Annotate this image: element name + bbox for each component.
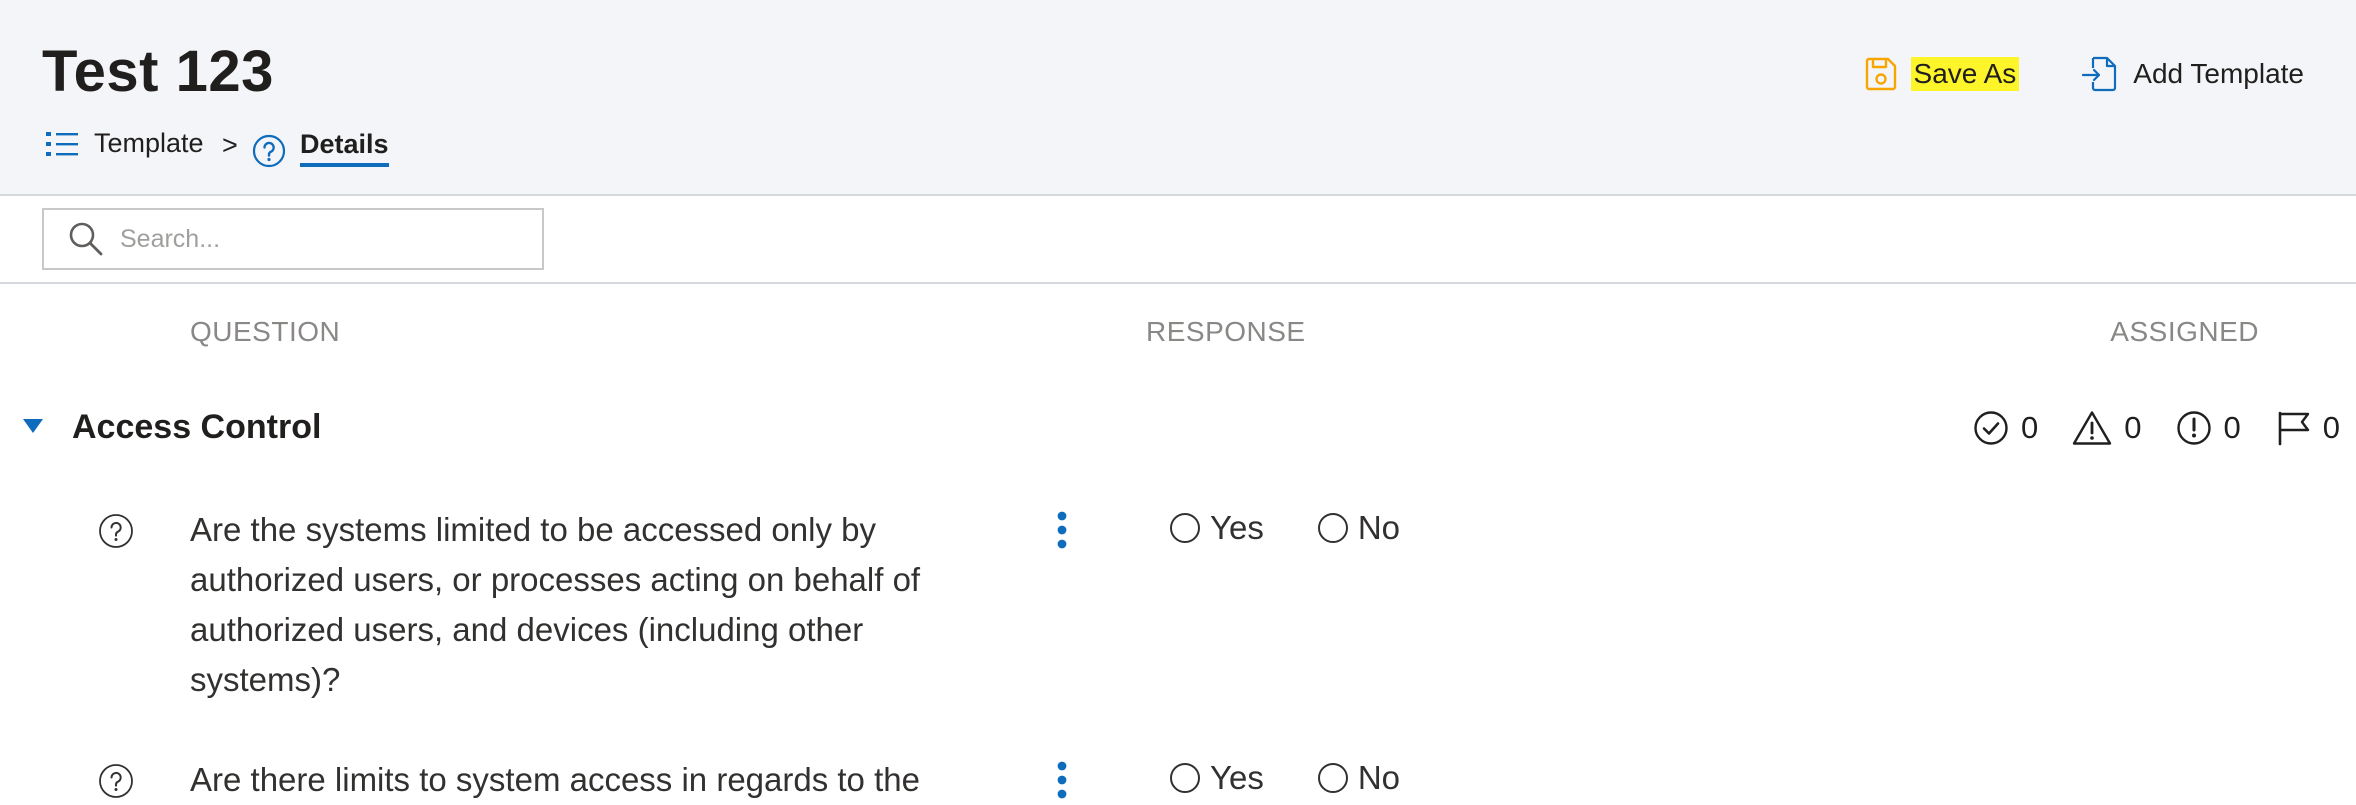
more-vertical-icon[interactable] [1056,761,1068,804]
radio-no[interactable]: No [1317,509,1401,547]
question-text: Are there limits to system access in reg… [190,761,920,798]
radio-circle[interactable] [1317,513,1348,543]
question-text: Are the systems limited to be accessed o… [190,511,921,698]
radio-circle[interactable] [1170,763,1200,793]
column-header-response: RESPONSE [1146,316,1306,347]
counter-issues-value: 0 [2223,410,2241,445]
column-header-question: QUESTION [190,316,341,347]
save-icon [1863,56,1899,92]
radio-yes[interactable]: Yes [1170,509,1264,547]
search-box[interactable] [42,208,544,270]
more-vertical-icon[interactable] [1056,511,1068,554]
response-options: Yes No [1170,509,1454,547]
radio-no[interactable]: No [1317,759,1401,797]
search-input[interactable] [118,223,512,255]
breadcrumb-details-label: Details [300,129,389,167]
exclamation-circle-icon [2176,410,2212,446]
counter-completed: 0 [1973,410,2038,446]
warning-triangle-icon [2072,410,2112,446]
breadcrumb-item-details[interactable]: Details [252,128,389,168]
search-icon [68,221,104,257]
section-counters: 0 0 0 0 [1939,410,2340,446]
help-circle-icon[interactable] [98,763,134,804]
counter-warnings: 0 [2072,410,2142,446]
response-options: Yes No [1170,759,1454,797]
radio-label: Yes [1210,759,1264,796]
page-header: Test 123 Template > Details Save As Add … [0,0,2356,196]
breadcrumb-item-template[interactable]: Template [46,128,204,159]
section-access-control: Access Control 0 0 0 0 [0,402,2356,458]
breadcrumb-separator: > [222,130,238,160]
caret-down-icon[interactable] [22,418,44,439]
counter-warnings-value: 0 [2124,410,2142,445]
page-title: Test 123 [42,39,274,104]
column-header-assigned: ASSIGNED [2110,316,2259,347]
counter-issues: 0 [2176,410,2241,446]
save-as-button[interactable]: Save As [1863,56,2020,92]
header-actions: Save As Add Template [1801,54,2304,94]
counter-flags-value: 0 [2322,410,2340,445]
add-template-button[interactable]: Add Template [2081,54,2304,94]
radio-circle[interactable] [1170,513,1200,543]
save-as-label: Save As [1910,57,2020,91]
help-circle-icon [252,134,286,168]
flag-icon [2275,410,2311,446]
add-template-label: Add Template [2133,58,2304,89]
help-circle-icon[interactable] [98,513,134,554]
radio-yes[interactable]: Yes [1170,759,1264,797]
radio-label: Yes [1210,509,1264,546]
radio-label: No [1357,759,1401,796]
counter-flags: 0 [2275,410,2340,446]
counter-completed-value: 0 [2021,410,2039,445]
add-document-icon [2081,54,2121,94]
section-title: Access Control [72,408,322,446]
check-circle-icon [1973,410,2009,446]
radio-label: No [1357,509,1401,546]
list-icon [46,129,78,159]
breadcrumb-template-label: Template [94,128,204,158]
search-bar [0,196,2356,284]
radio-circle[interactable] [1317,763,1348,793]
